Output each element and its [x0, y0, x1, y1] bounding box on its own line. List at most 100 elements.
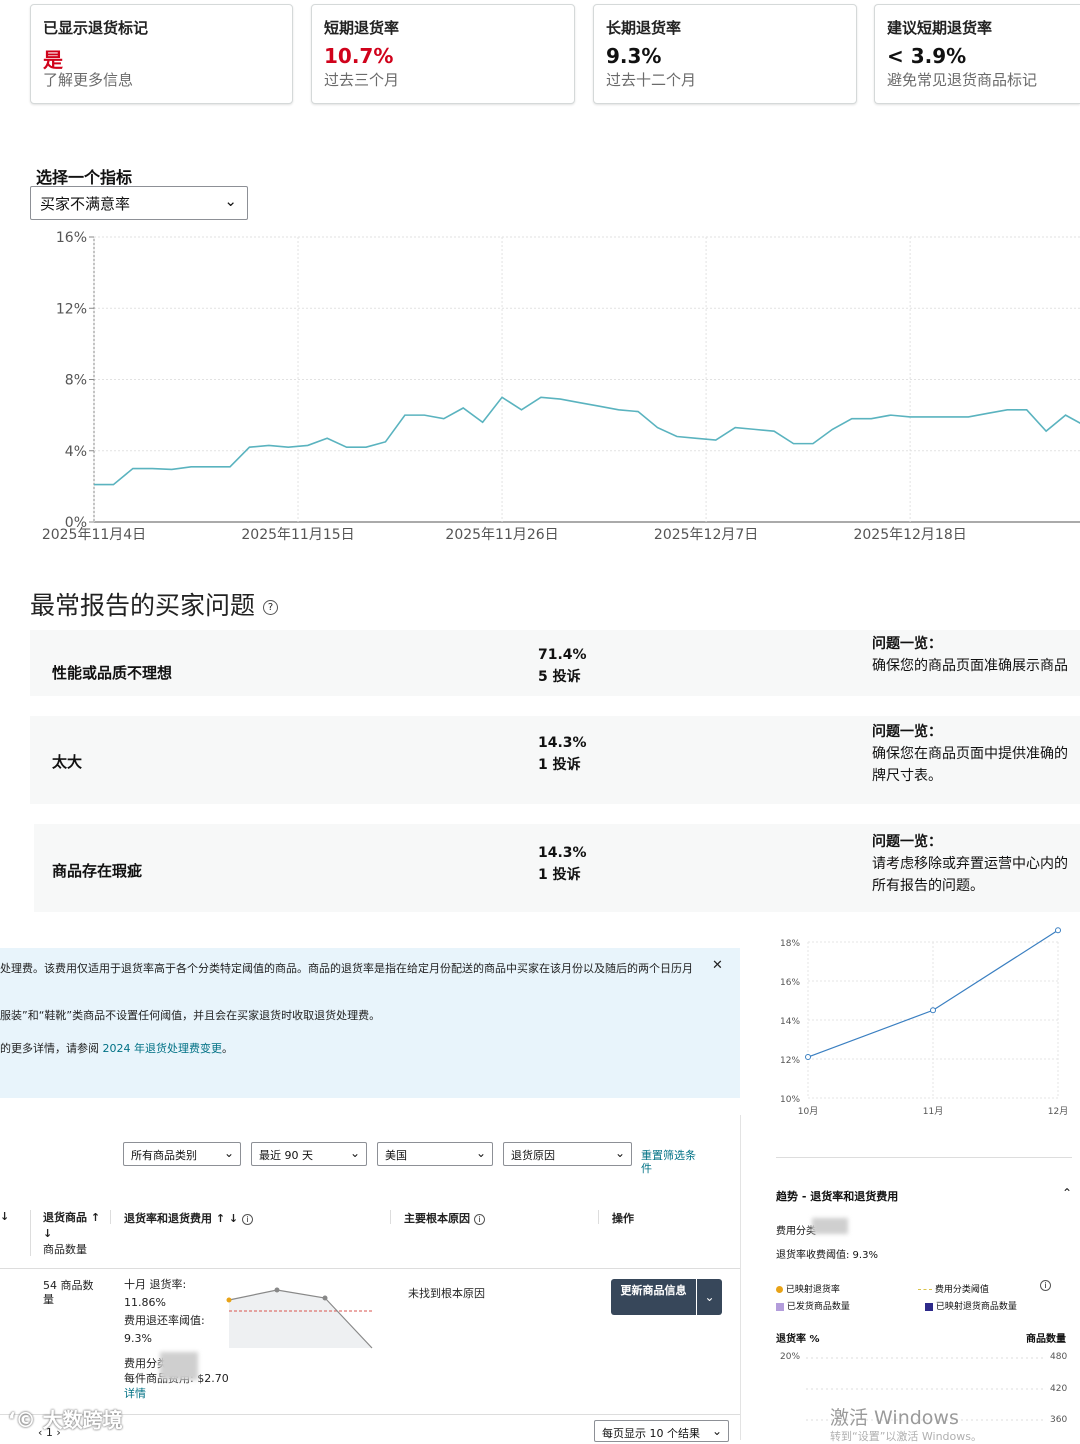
col-label: 主要根本原因	[404, 1212, 470, 1225]
country-filter[interactable]: 美国 ⌄	[377, 1142, 493, 1166]
issue-row: 商品存在瑕疵 14.3% 1 投诉 问题一览： 请考虑移除或弃置运营中心内的 所…	[34, 824, 1080, 912]
card-subtitle: 过去十二个月	[606, 71, 697, 89]
card-suggested-rate: 建议短期退货率 < 3.9% 避免常见退货商品标记	[874, 4, 1080, 104]
x-tick-label: 11月	[923, 1106, 943, 1117]
per-page-select[interactable]: 每页显示 10 个结果 ⌄	[594, 1420, 729, 1442]
y-tick-label: 14%	[780, 1017, 800, 1027]
watermark-text: 大数跨境	[42, 1408, 123, 1432]
activate-windows-subtext: 转到“设置”以激活 Windows。	[830, 1430, 982, 1443]
x-tick-label: 12月	[1048, 1106, 1068, 1117]
chevron-down-icon: ⌄	[475, 1146, 486, 1160]
right-tick: 480	[1050, 1352, 1068, 1362]
col-label: 退货率和退货费用	[124, 1212, 212, 1225]
legend-label: 费用分类阈值	[934, 1285, 989, 1295]
y-tick-label: 12%	[780, 1056, 800, 1066]
x-tick-label: 2025年12月7日	[654, 527, 758, 543]
rate-label: 十月 退货率:	[124, 1278, 187, 1291]
help-icon[interactable]: ?	[262, 599, 278, 615]
issue-overview: 问题一览： 确保您在商品页面中提供准确的 牌尺寸表。	[872, 721, 1068, 787]
overview-title: 问题一览：	[872, 724, 942, 740]
col-returned[interactable]: 退货商品 ↑ ↓ 商品数量	[43, 1210, 103, 1258]
monthly-rate-chart: 18% 16% 14% 12% 10% 10月 11月 12月	[780, 927, 1068, 1117]
y-tick-label: 18%	[780, 939, 800, 949]
data-point	[930, 1007, 936, 1014]
filter-value: 最近 90 天	[259, 1149, 313, 1162]
info-icon[interactable]: i	[241, 1214, 253, 1225]
trend-title[interactable]: 趋势 - 退货率和退货费用	[776, 1188, 898, 1204]
issue-percent: 14.3%	[538, 845, 587, 861]
overview-line: 牌尺寸表。	[872, 768, 942, 784]
legend-label: 已发货商品数量	[786, 1302, 850, 1312]
sort-icon[interactable]: ↑ ↓	[216, 1212, 238, 1225]
threshold-value: 9.3%	[124, 1332, 152, 1345]
legend-swatch	[925, 1302, 933, 1311]
card-title: 已显示退货标记	[43, 19, 149, 37]
sparkline-point	[226, 1297, 232, 1303]
data-point	[1055, 927, 1061, 934]
filter-value: 退货原因	[511, 1149, 555, 1162]
notice-line: 服装”和“鞋靴”类商品不设置任何阈值，并且会在买家退货时收取退货处理费。	[0, 1009, 381, 1022]
issue-count: 1 投诉	[538, 867, 581, 883]
issue-stats: 14.3% 1 投诉	[538, 732, 587, 776]
issues-title-text: 最常报告的买家问题	[30, 591, 256, 620]
right-tick: 360	[1050, 1415, 1068, 1425]
card-title: 短期退货率	[324, 19, 400, 37]
y-tick-label: 8%	[65, 373, 87, 389]
reset-filters-link[interactable]: 重置筛选条件	[641, 1149, 703, 1175]
metric-select[interactable]: 买家不满意率 ⌄	[30, 186, 248, 220]
col-rate[interactable]: 退货率和退货费用 ↑ ↓ i	[124, 1210, 253, 1226]
reason-filter[interactable]: 退货原因 ⌄	[503, 1142, 632, 1166]
action-dropdown-button[interactable]: ⌄	[697, 1279, 722, 1315]
x-tick-label: 10月	[798, 1106, 818, 1117]
y-tick-label: 10%	[780, 1095, 800, 1105]
divider	[0, 1268, 740, 1269]
per-page-value: 每页显示 10 个结果	[602, 1427, 700, 1440]
left-axis-label: 退货率 %	[776, 1334, 820, 1345]
divider	[390, 1210, 391, 1224]
row-sparkline	[226, 1287, 373, 1349]
issue-overview: 问题一览： 确保您的商品页面准确展示商品	[872, 633, 1068, 677]
legend-item: 费用分类阈值	[918, 1282, 989, 1295]
filter-value: 美国	[385, 1149, 407, 1162]
y-tick-label: 12%	[56, 301, 87, 317]
y-tick-label: 16%	[780, 978, 800, 988]
metric-label: 选择一个指标	[36, 168, 133, 187]
card-value: 10.7%	[324, 44, 394, 68]
card-title: 建议短期退货率	[887, 19, 993, 37]
divider	[740, 1115, 741, 1440]
card-long-term-rate: 长期退货率 9.3% 过去十二个月	[593, 4, 857, 104]
series-line	[94, 396, 1080, 486]
col-cause: 主要根本原因 i	[404, 1210, 485, 1226]
learn-more-link[interactable]: 了解更多信息	[43, 69, 280, 90]
card-value: 9.3%	[606, 44, 662, 68]
chevron-down-icon: ⌄	[224, 192, 237, 210]
card-title: 长期退货率	[606, 19, 682, 37]
legend-item: 已映射退货率	[776, 1282, 840, 1295]
issue-percent: 71.4%	[538, 647, 587, 663]
close-icon[interactable]: ✕	[712, 958, 723, 973]
legend-label: 已映射退货率	[785, 1285, 840, 1295]
legend-item: 已映射退货商品数量	[925, 1299, 1017, 1312]
notice-line: 的更多详情，请参阅 2024 年退货处理费变更。	[0, 1040, 233, 1056]
overview-line: 所有报告的问题。	[872, 878, 984, 894]
col-label: 退货商品	[43, 1211, 87, 1224]
x-tick-label: 2025年12月18日	[853, 527, 966, 543]
update-listing-button[interactable]: 更新商品信息	[611, 1279, 696, 1315]
card-value: < 3.9%	[887, 44, 967, 68]
info-icon[interactable]: i	[473, 1214, 485, 1225]
filter-value: 所有商品类别	[131, 1149, 197, 1162]
issue-name: 性能或品质不理想	[52, 664, 173, 682]
issue-stats: 71.4% 5 投诉	[538, 644, 587, 688]
details-link[interactable]: 详情	[124, 1386, 229, 1401]
chevron-up-icon[interactable]: ⌃	[1062, 1186, 1072, 1200]
y-tick-label: 4%	[65, 444, 87, 460]
info-icon[interactable]: i	[1040, 1280, 1051, 1291]
sort-icon[interactable]: ↓	[0, 1210, 9, 1223]
legend-swatch	[776, 1302, 784, 1311]
category-filter[interactable]: 所有商品类别 ⌄	[123, 1142, 241, 1166]
y-tick-label: 16%	[56, 230, 87, 246]
period-filter[interactable]: 最近 90 天 ⌄	[251, 1142, 367, 1166]
fee-change-link[interactable]: 2024 年退货处理费变更	[103, 1042, 223, 1055]
divider	[30, 1210, 31, 1256]
dissatisfaction-chart: 16%12%8%4%0% 2025年11月4日 2025年11月15日 2025年1…	[42, 230, 1080, 543]
